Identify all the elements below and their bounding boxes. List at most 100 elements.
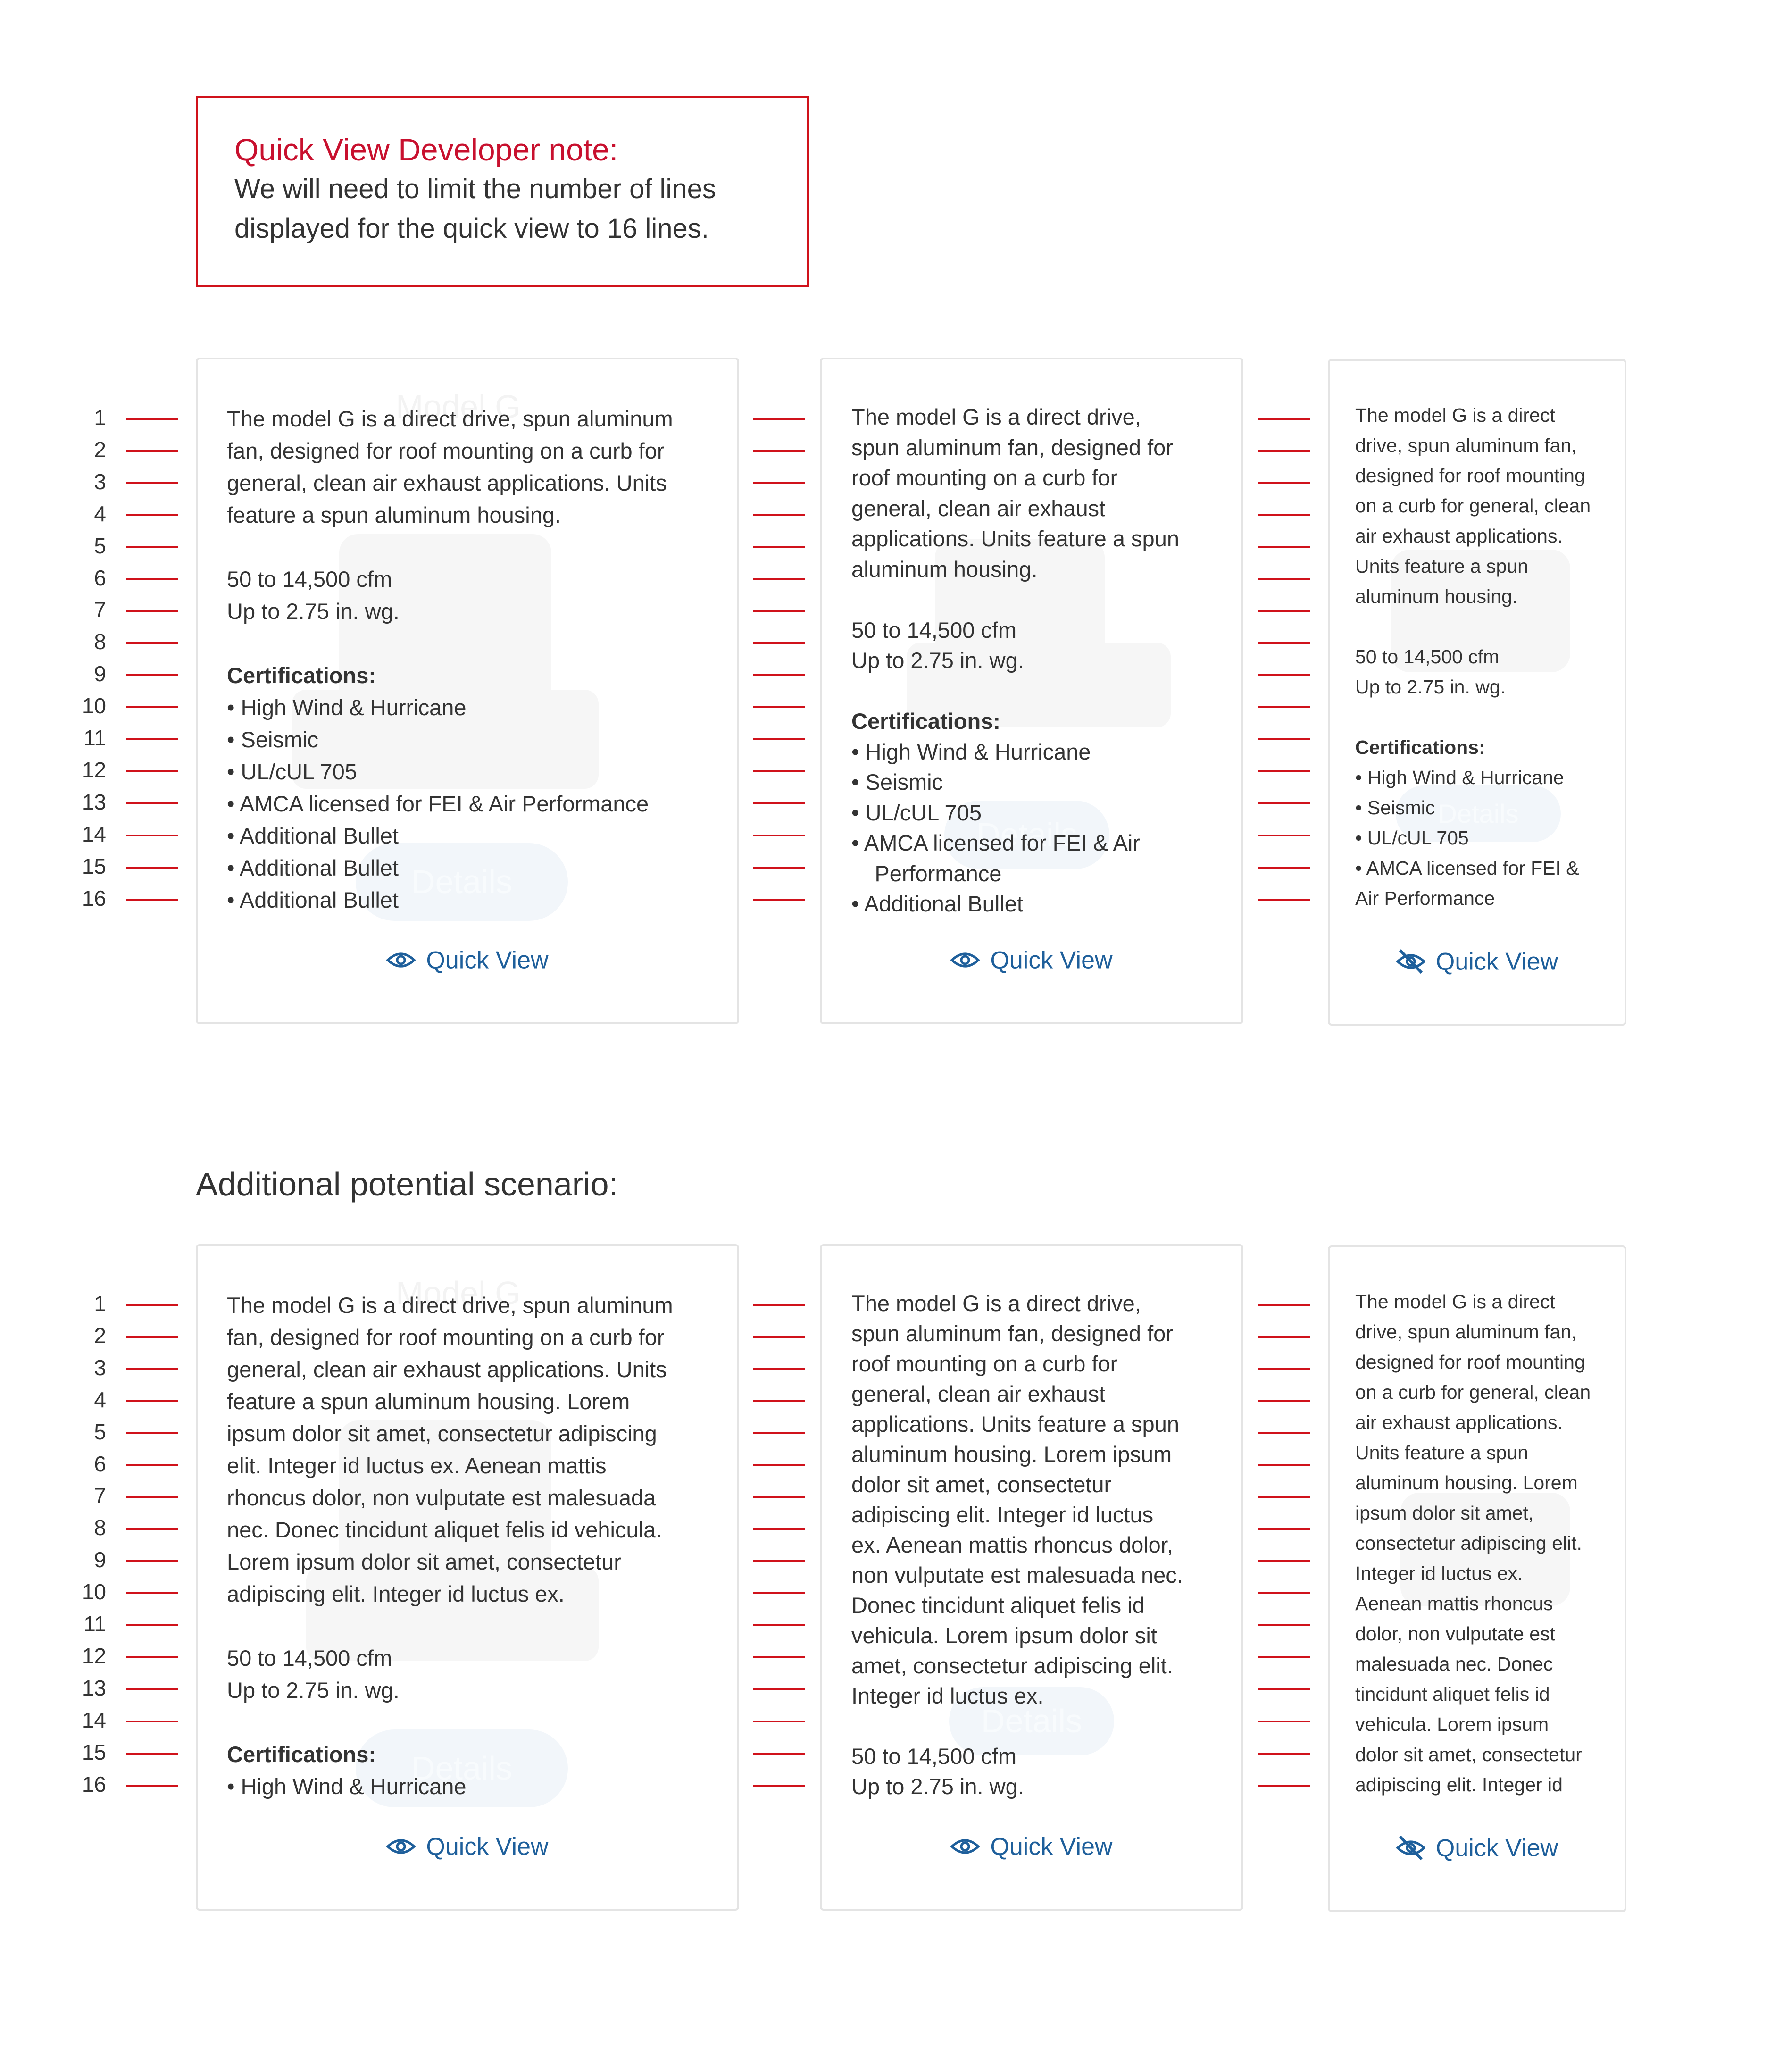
line-number: 16 — [82, 1771, 106, 1796]
line-marker — [126, 578, 178, 580]
description-line: roof mounting on a curb for — [851, 465, 1118, 490]
line-number: 16 — [82, 886, 106, 911]
description-line: vehicula. Lorem ipsum dolor sit — [851, 1623, 1157, 1648]
line-marker — [753, 866, 805, 869]
line-marker — [126, 1336, 178, 1338]
description-line: dolor, non vulputate est — [1355, 1623, 1555, 1645]
eye-icon — [950, 1839, 981, 1854]
certification-bullet: • Additional Bullet — [227, 887, 399, 912]
spec-cfm: 50 to 14,500 cfm — [851, 617, 1017, 643]
certification-bullet: • Seismic — [1355, 797, 1435, 819]
line-number: 2 — [94, 1323, 106, 1348]
line-marker — [1258, 770, 1310, 772]
line-marker — [753, 1752, 805, 1755]
line-marker — [753, 546, 805, 548]
line-marker — [126, 1400, 178, 1402]
line-marker — [753, 1528, 805, 1530]
quick-view-button[interactable]: Quick View — [1330, 946, 1625, 976]
line-marker — [753, 418, 805, 420]
line-number: 6 — [94, 1451, 106, 1476]
description-line: fan, designed for roof mounting on a cur… — [227, 1325, 665, 1350]
line-marker — [1258, 674, 1310, 677]
card-content: The model G is a direct drive, spun alum… — [227, 403, 737, 916]
description-line: Units feature a spun — [1355, 1442, 1528, 1463]
line-marker — [126, 770, 178, 772]
product-card-medium: Details The model G is a direct drive, s… — [820, 358, 1243, 1024]
description-line: ex. Aenean mattis rhoncus dolor, — [851, 1532, 1173, 1557]
description-line: The model G is a direct drive, — [851, 1291, 1141, 1316]
certification-bullet: • AMCA licensed for FEI & — [1355, 857, 1579, 879]
line-number: 13 — [82, 789, 106, 814]
description-line: non vulputate est malesuada nec. — [851, 1562, 1183, 1587]
description-line: applications. Units feature a spun — [851, 526, 1179, 551]
line-number: 4 — [94, 501, 106, 526]
certification-bullet: • UL/cUL 705 — [851, 800, 982, 825]
certification-bullet: • AMCA licensed for FEI & Air Performanc… — [851, 830, 1141, 886]
line-marker — [753, 802, 805, 804]
quick-view-label: Quick View — [426, 1833, 549, 1861]
line-marker — [1258, 450, 1310, 452]
line-number: 6 — [94, 565, 106, 590]
line-marker — [753, 1368, 805, 1370]
line-marker — [753, 898, 805, 901]
quick-view-label: Quick View — [990, 1833, 1113, 1861]
description-line: general, clean air exhaust — [851, 1381, 1106, 1406]
description-line: Integer id luctus ex. — [851, 1683, 1044, 1708]
quick-view-button[interactable]: Quick View — [198, 1831, 737, 1861]
description-line: on a curb for general, clean — [1355, 495, 1591, 517]
description-line: on a curb for general, clean — [1355, 1381, 1591, 1403]
description-line: roof mounting on a curb for — [851, 1351, 1118, 1376]
spec-pressure: Up to 2.75 in. wg. — [1355, 676, 1506, 698]
line-marker — [126, 1624, 178, 1626]
line-marker — [126, 1528, 178, 1530]
quick-view-button[interactable]: Quick View — [822, 1831, 1241, 1861]
line-number: 14 — [82, 1707, 106, 1732]
line-number: 3 — [94, 469, 106, 494]
line-marker — [126, 1688, 178, 1690]
line-marker — [126, 674, 178, 677]
line-marker — [1258, 1720, 1310, 1722]
certifications-label: Certifications: — [227, 663, 376, 688]
line-marker — [126, 1432, 178, 1434]
developer-note-body: We will need to limit the number of line… — [234, 169, 807, 249]
description-line: rhoncus dolor, non vulputate est malesua… — [227, 1485, 656, 1510]
description-line: nec. Donec tincidunt aliquet felis id ve… — [227, 1517, 662, 1542]
quick-view-button[interactable]: Quick View — [1330, 1832, 1625, 1862]
description-line: general, clean air exhaust — [851, 495, 1106, 521]
line-marker — [1258, 1688, 1310, 1690]
line-marker — [753, 1592, 805, 1595]
line-number: 9 — [94, 1547, 106, 1572]
line-marker — [126, 1464, 178, 1466]
description-line: spun aluminum fan, designed for — [851, 434, 1173, 460]
description-line: Donec tincidunt aliquet felis id — [851, 1593, 1145, 1618]
certification-bullet: • High Wind & Hurricane — [1355, 767, 1564, 788]
developer-note-line: We will need to limit the number of line… — [234, 174, 716, 204]
description-line: Aenean mattis rhoncus — [1355, 1593, 1553, 1614]
line-number: 9 — [94, 661, 106, 686]
line-marker — [753, 578, 805, 580]
quick-view-button[interactable]: Quick View — [198, 944, 737, 974]
certification-bullet: • UL/cUL 705 — [227, 759, 357, 784]
line-marker — [753, 450, 805, 452]
certification-bullet: • High Wind & Hurricane — [851, 739, 1091, 764]
line-number: 1 — [94, 1291, 106, 1316]
line-marker — [753, 1656, 805, 1658]
line-marker — [1258, 1592, 1310, 1595]
line-marker — [1258, 1336, 1310, 1338]
line-marker — [126, 1720, 178, 1722]
line-marker — [126, 642, 178, 644]
description-line: feature a spun aluminum housing. Lorem — [227, 1389, 630, 1414]
certification-bullet: Air Performance — [1355, 887, 1495, 909]
line-marker — [126, 1496, 178, 1498]
quick-view-button[interactable]: Quick View — [822, 944, 1241, 974]
line-marker — [753, 1624, 805, 1626]
description: The model G is a direct drive, spun alum… — [1355, 1287, 1625, 1800]
certification-bullet: • Seismic — [227, 727, 319, 752]
line-number: 13 — [82, 1675, 106, 1700]
description-line: dolor sit amet, consectetur — [1355, 1744, 1582, 1765]
description-line: The model G is a direct drive, spun alum… — [227, 406, 673, 431]
description-line: dolor sit amet, consectetur — [851, 1472, 1112, 1497]
certification-bullet: • Seismic — [851, 769, 943, 794]
description: The model G is a direct drive, spun alum… — [851, 1288, 1241, 1711]
line-marker — [126, 482, 178, 484]
